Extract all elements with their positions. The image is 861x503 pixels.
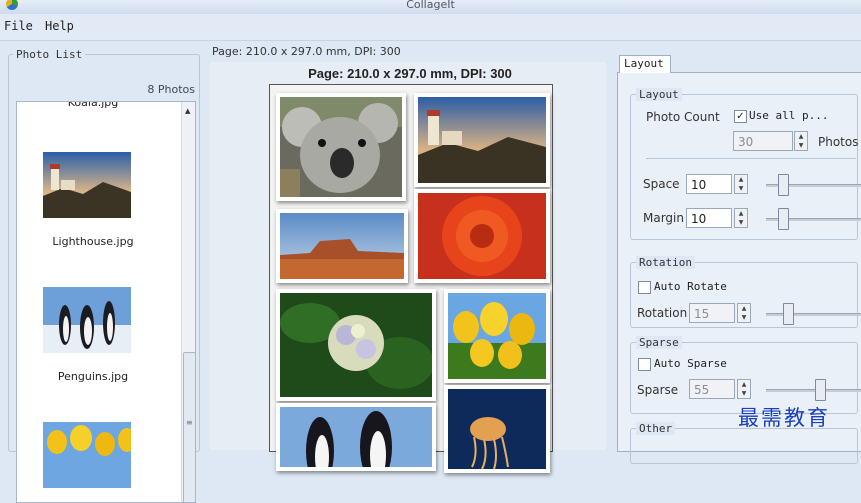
list-item-thumbnail-lighthouse[interactable] bbox=[43, 152, 131, 218]
photo-list[interactable]: Koala.jpg Lighthouse.jpg Penguins.jpg ▲ … bbox=[16, 101, 196, 503]
list-item-label: Koala.jpg bbox=[67, 101, 119, 109]
rotation-stepper[interactable]: ▲ ▼ bbox=[737, 303, 751, 323]
photo-count-label: Photo Count bbox=[646, 110, 720, 124]
rotation-label: Rotation bbox=[637, 306, 688, 320]
title-bar: CollageIt bbox=[0, 0, 861, 14]
photos-label: Photos bbox=[818, 135, 859, 149]
divider bbox=[646, 158, 856, 159]
sparse-slider-thumb[interactable] bbox=[815, 379, 826, 401]
collage-photo-hydrangea[interactable] bbox=[276, 289, 436, 401]
scrollbar-thumb[interactable]: ≡ bbox=[183, 352, 195, 502]
menu-bar bbox=[0, 14, 861, 41]
layout-legend: Layout bbox=[636, 88, 682, 101]
window-title: CollageIt bbox=[406, 0, 455, 11]
photo-count-input[interactable]: 30 bbox=[733, 131, 793, 151]
scroll-up-icon[interactable]: ▲ bbox=[185, 107, 190, 115]
menu-help[interactable]: Help bbox=[45, 19, 74, 33]
space-slider-thumb[interactable] bbox=[778, 174, 789, 196]
menu-file[interactable]: File bbox=[4, 19, 33, 33]
collage-photo-penguins[interactable] bbox=[276, 403, 436, 471]
space-stepper[interactable]: ▲ ▼ bbox=[734, 174, 748, 194]
auto-rotate-checkbox[interactable] bbox=[638, 281, 651, 294]
photo-list-group: Photo List 8 Photos Koala.jpg Lighthouse… bbox=[8, 48, 200, 503]
margin-label: Margin bbox=[643, 211, 684, 225]
grip-icon: ≡ bbox=[186, 418, 193, 427]
margin-input[interactable]: 10 bbox=[686, 208, 732, 228]
collage-photo-desert[interactable] bbox=[276, 209, 408, 283]
sparse-stepper[interactable]: ▲ ▼ bbox=[737, 379, 751, 399]
collage-photo-koala[interactable] bbox=[276, 93, 406, 201]
space-input[interactable]: 10 bbox=[686, 174, 732, 194]
auto-sparse-label: Auto Sparse bbox=[654, 357, 727, 370]
rotation-legend: Rotation bbox=[636, 256, 695, 269]
collage-photo-chrysanthemum[interactable] bbox=[414, 189, 550, 283]
list-item-label: Penguins.jpg bbox=[57, 370, 129, 383]
rotation-input[interactable]: 15 bbox=[689, 303, 735, 323]
rotation-slider-track[interactable] bbox=[766, 313, 861, 316]
margin-stepper[interactable]: ▲ ▼ bbox=[734, 208, 748, 228]
margin-slider-thumb[interactable] bbox=[778, 208, 789, 230]
watermark: 最需教育 bbox=[738, 406, 830, 430]
auto-sparse-checkbox[interactable] bbox=[638, 358, 651, 371]
collage-photo-lighthouse[interactable] bbox=[414, 93, 550, 187]
sparse-legend: Sparse bbox=[636, 336, 682, 349]
checkmark-icon: ✓ bbox=[736, 111, 745, 122]
collage-page[interactable] bbox=[269, 84, 553, 473]
other-legend: Other bbox=[636, 422, 676, 435]
sparse-slider-track[interactable] bbox=[766, 389, 861, 392]
photo-list-scrollbar[interactable]: ▲ ≡ bbox=[181, 102, 195, 502]
page-info: Page: 210.0 x 297.0 mm, DPI: 300 bbox=[212, 45, 401, 58]
collage-photo-jellyfish[interactable] bbox=[444, 385, 550, 473]
auto-rotate-label: Auto Rotate bbox=[654, 280, 727, 293]
tab-layout[interactable]: Layout bbox=[619, 55, 671, 73]
rotation-slider-thumb[interactable] bbox=[783, 303, 794, 325]
photo-count-stepper[interactable]: ▲ ▼ bbox=[794, 131, 808, 151]
list-item-label: Lighthouse.jpg bbox=[52, 235, 134, 248]
photo-count: 8 Photos bbox=[147, 83, 195, 96]
use-all-label: Use all p... bbox=[749, 109, 829, 122]
sparse-input[interactable]: 55 bbox=[689, 379, 735, 399]
collage-photo-tulips[interactable] bbox=[444, 289, 550, 383]
list-item-thumbnail-penguins[interactable] bbox=[43, 287, 131, 353]
use-all-checkbox[interactable]: ✓ bbox=[734, 110, 747, 123]
photo-list-legend: Photo List bbox=[13, 48, 86, 61]
list-item-thumbnail-tulips[interactable] bbox=[43, 422, 136, 488]
space-label: Space bbox=[643, 177, 680, 191]
page-title: Page: 210.0 x 297.0 mm, DPI: 300 bbox=[308, 66, 512, 81]
sparse-label: Sparse bbox=[637, 383, 679, 397]
